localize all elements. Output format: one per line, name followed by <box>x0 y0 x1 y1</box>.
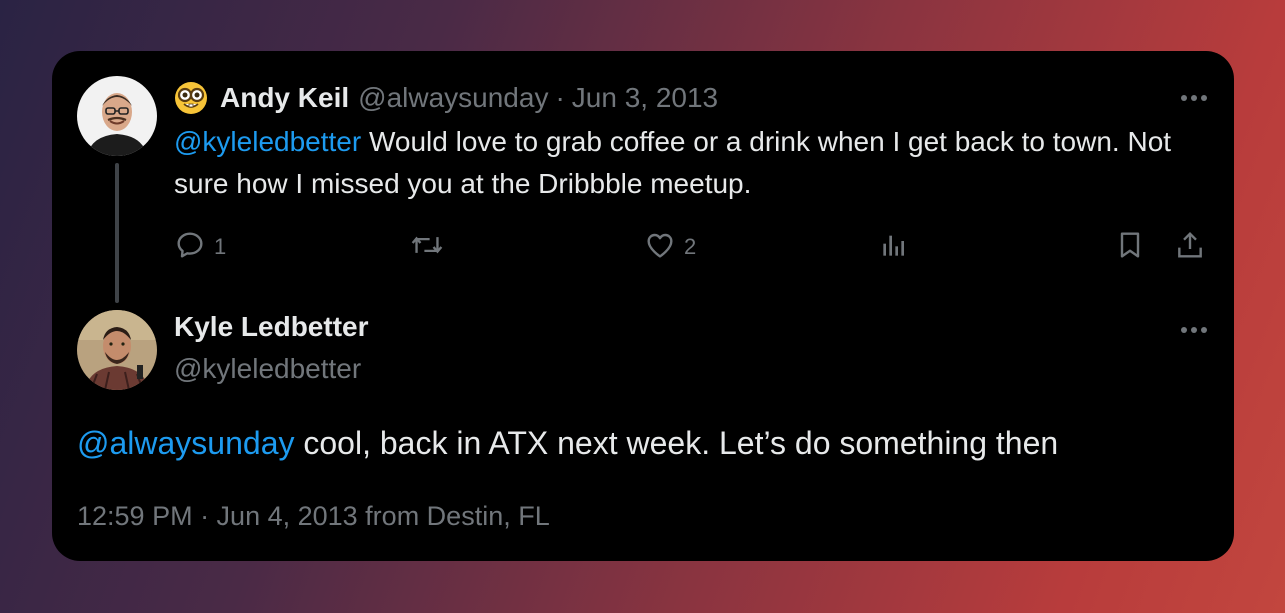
views-button[interactable] <box>878 225 910 269</box>
tweet2-handle[interactable]: @kyleledbetter <box>174 353 361 385</box>
reply-icon <box>174 229 206 266</box>
bookmark-button[interactable] <box>1114 225 1146 269</box>
tweet1-action-bar: 1 2 <box>174 225 1214 269</box>
avatar-kyle-ledbetter[interactable] <box>77 310 157 390</box>
share-icon <box>1174 229 1206 266</box>
retweet-button[interactable] <box>410 225 444 269</box>
nerd-face-icon <box>174 81 208 115</box>
share-button[interactable] <box>1174 225 1206 269</box>
tweet2-author-name[interactable]: Kyle Ledbetter <box>174 311 369 343</box>
tweet2-text: @alwaysunday cool, back in ATX next week… <box>77 423 1058 463</box>
like-count: 2 <box>684 234 697 259</box>
tweet1-more-icon[interactable] <box>1176 88 1212 108</box>
like-icon <box>644 229 676 266</box>
tweet2-body: cool, back in ATX next week. Let’s do so… <box>294 425 1059 461</box>
reply-button[interactable]: 1 <box>174 225 226 269</box>
tweet1-mention-link[interactable]: @kyleledbetter <box>174 126 361 157</box>
retweet-icon <box>410 229 444 266</box>
avatar-andy-keil[interactable] <box>77 76 157 156</box>
tweet1-author-name[interactable]: Andy Keil <box>220 82 349 114</box>
tweet1-text: @kyleledbetter Would love to grab coffee… <box>174 121 1174 205</box>
tweet1-handle[interactable]: @alwaysunday <box>358 82 548 114</box>
views-icon <box>878 229 910 266</box>
like-button[interactable]: 2 <box>644 225 696 269</box>
reply-count: 1 <box>214 234 227 259</box>
tweet2-more-icon[interactable] <box>1176 320 1212 340</box>
tweet1-separator: · <box>555 82 565 113</box>
tweet-card: Andy Keil @alwaysunday · Jun 3, 2013 @ky… <box>52 51 1234 561</box>
tweet2-mention-link[interactable]: @alwaysunday <box>77 425 294 461</box>
tweet2-timestamp[interactable]: 12:59 PM · Jun 4, 2013 from Destin, FL <box>77 501 550 532</box>
bookmark-icon <box>1114 229 1146 266</box>
tweet1-date[interactable]: Jun 3, 2013 <box>572 82 718 114</box>
thread-connector-line <box>115 163 119 303</box>
tweet1-header: Andy Keil @alwaysunday · Jun 3, 2013 <box>174 79 718 117</box>
